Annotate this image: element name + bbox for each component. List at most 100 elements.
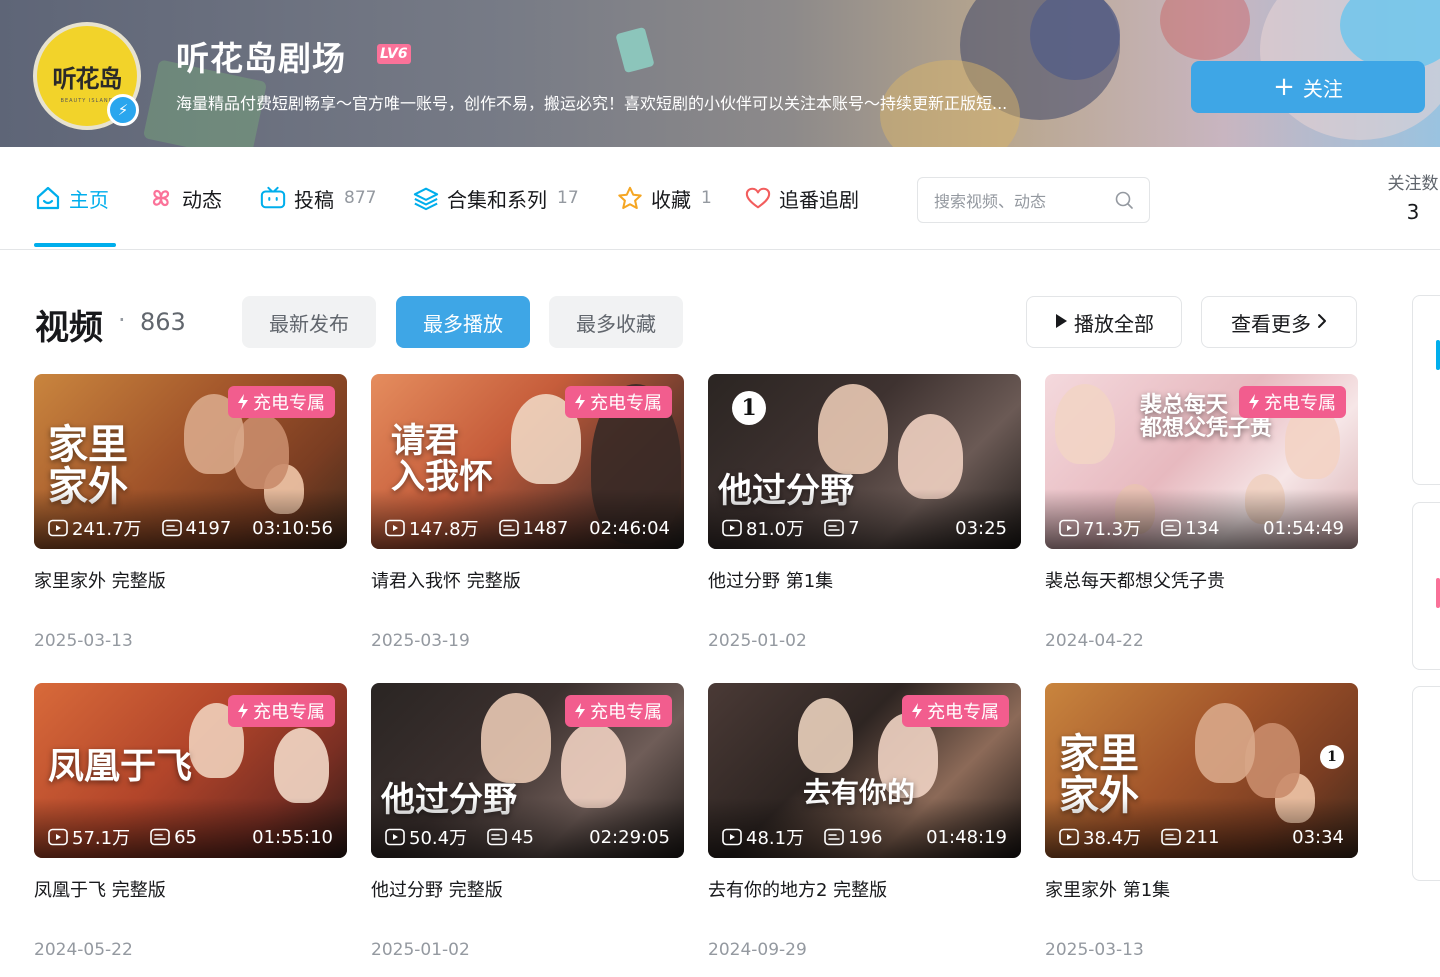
- play-count-value: 71.3万: [1083, 519, 1142, 540]
- video-title[interactable]: 裴总每天都想父凭子贵: [1045, 567, 1358, 593]
- video-duration: 03:25: [955, 517, 1007, 539]
- following-stat[interactable]: 关注数 3: [1383, 169, 1440, 224]
- badge-label: 充电专属: [590, 393, 662, 414]
- tab-bangumi[interactable]: 追番追剧: [745, 183, 859, 213]
- video-thumbnail[interactable]: 家里 家外 241.7万 4197 03:10:56 充电专属: [34, 374, 347, 549]
- video-card[interactable]: 家里 家外 241.7万 4197 03:10:56 充电专属 家里家外 完整版…: [34, 374, 347, 651]
- video-thumbnail[interactable]: 凤凰于飞 57.1万 65 01:55:10 充电专属: [34, 683, 347, 858]
- video-thumbnail[interactable]: 去有你的 48.1万 196 01:48:19 充电专属: [708, 683, 1021, 858]
- poster-figure: [1195, 703, 1255, 783]
- video-title[interactable]: 他过分野 完整版: [371, 876, 684, 902]
- video-title[interactable]: 他过分野 第1集: [708, 567, 1021, 593]
- badge-label: 充电专属: [1264, 393, 1336, 414]
- video-stats: 57.1万 65 01:55:10: [48, 824, 333, 850]
- tab-label: 合集和系列: [447, 187, 547, 212]
- video-duration: 02:46:04: [589, 517, 670, 539]
- tab-collections[interactable]: 合集和系列 17: [413, 183, 579, 213]
- video-date: 2024-04-22: [1045, 631, 1144, 651]
- poster-figure: [898, 414, 963, 499]
- danmaku-count: 65: [150, 827, 197, 848]
- video-thumbnail[interactable]: 请君 入我怀 147.8万 1487 02:46:04 充电专属: [371, 374, 684, 549]
- sort-most-favorited-button[interactable]: 最多收藏: [549, 296, 683, 348]
- video-card[interactable]: 家里 家外 38.4万 211 03:34 1 家里家外 第1集 2025-03…: [1045, 683, 1358, 960]
- tab-label: 投稿: [294, 187, 334, 212]
- star-icon: [617, 185, 643, 211]
- tv-icon: [260, 185, 286, 211]
- play-count: 71.3万: [1059, 515, 1141, 541]
- play-count: 57.1万: [48, 824, 130, 850]
- danmaku-icon: [824, 828, 844, 846]
- video-title[interactable]: 家里家外 第1集: [1045, 876, 1358, 902]
- profile-banner: 听花岛 BEAUTY ISLAND ⚡ 听花岛剧场 LV6 海量精品付费短剧畅享…: [0, 0, 1440, 147]
- video-duration: 03:10:56: [252, 517, 333, 539]
- video-thumbnail[interactable]: 他过分野 81.0万 7 03:25 1: [708, 374, 1021, 549]
- tab-dynamic[interactable]: 动态: [148, 183, 222, 213]
- search-icon[interactable]: [1115, 191, 1133, 209]
- play-all-label: 播放全部: [1074, 311, 1154, 336]
- sort-most-played-button[interactable]: 最多播放: [396, 296, 530, 348]
- danmaku-count: 196: [824, 827, 882, 848]
- danmaku-count: 45: [487, 827, 534, 848]
- video-card[interactable]: 他过分野 50.4万 45 02:29:05 充电专属 他过分野 完整版 202…: [371, 683, 684, 960]
- video-title[interactable]: 凤凰于飞 完整版: [34, 876, 347, 902]
- video-thumbnail[interactable]: 他过分野 50.4万 45 02:29:05 充电专属: [371, 683, 684, 858]
- poster-figure: [798, 698, 853, 773]
- play-count: 241.7万: [48, 515, 142, 541]
- play-count-icon: [385, 828, 405, 846]
- user-name: 听花岛剧场: [176, 39, 346, 78]
- search-input[interactable]: 搜索视频、动态: [917, 177, 1150, 223]
- follow-button[interactable]: + 关注: [1191, 61, 1425, 113]
- play-all-button[interactable]: 播放全部: [1026, 296, 1182, 348]
- video-date: 2024-05-22: [34, 940, 133, 960]
- tab-uploads[interactable]: 投稿 877: [260, 183, 376, 213]
- side-panel-accent: [1436, 578, 1440, 608]
- danmaku-count: 7: [824, 518, 860, 539]
- video-title[interactable]: 请君入我怀 完整版: [371, 567, 684, 593]
- play-count-value: 81.0万: [746, 519, 805, 540]
- section-separator: ·: [118, 306, 126, 334]
- section-count: 863: [140, 308, 186, 336]
- video-date: 2025-03-13: [34, 631, 133, 651]
- section-title: 视频: [35, 308, 103, 348]
- video-card[interactable]: 去有你的 48.1万 196 01:48:19 充电专属 去有你的地方2 完整版…: [708, 683, 1021, 960]
- video-card[interactable]: 请君 入我怀 147.8万 1487 02:46:04 充电专属 请君入我怀 完…: [371, 374, 684, 651]
- poster-figure: [1055, 384, 1115, 464]
- following-label: 关注数: [1387, 174, 1439, 194]
- avatar-logo-text: 听花岛: [52, 64, 123, 93]
- play-count: 147.8万: [385, 515, 479, 541]
- avatar[interactable]: 听花岛 BEAUTY ISLAND ⚡: [33, 22, 141, 130]
- video-duration: 03:34: [1292, 826, 1344, 848]
- video-date: 2024-09-29: [708, 940, 807, 960]
- video-card[interactable]: 凤凰于飞 57.1万 65 01:55:10 充电专属 凤凰于飞 完整版 202…: [34, 683, 347, 960]
- video-thumbnail[interactable]: 裴总每天 都想父凭子贵 71.3万 134 01:54:49 充电专属: [1045, 374, 1358, 549]
- danmaku-count-value: 45: [511, 826, 534, 848]
- video-title[interactable]: 家里家外 完整版: [34, 567, 347, 593]
- video-date: 2025-03-13: [1045, 940, 1144, 960]
- tab-count: 1: [701, 188, 712, 208]
- see-more-button[interactable]: 查看更多: [1201, 296, 1357, 348]
- play-count: 48.1万: [722, 824, 804, 850]
- avatar-logo-subtext: BEAUTY ISLAND: [60, 98, 114, 104]
- video-title[interactable]: 去有你的地方2 完整版: [708, 876, 1021, 902]
- tab-favorites[interactable]: 收藏 1: [617, 183, 712, 213]
- video-stats: 50.4万 45 02:29:05: [385, 824, 670, 850]
- video-date: 2025-01-02: [371, 940, 470, 960]
- tab-home[interactable]: 主页: [35, 183, 109, 213]
- danmaku-icon: [487, 828, 507, 846]
- side-panel-accent: [1436, 340, 1440, 370]
- play-count-icon: [722, 828, 742, 846]
- play-count-icon: [1059, 828, 1079, 846]
- play-count-value: 50.4万: [409, 828, 468, 849]
- home-icon: [35, 185, 61, 211]
- video-card[interactable]: 他过分野 81.0万 7 03:25 1 他过分野 第1集 2025-01-02: [708, 374, 1021, 651]
- danmaku-count-value: 211: [1185, 826, 1220, 848]
- verified-icon: ⚡: [107, 94, 139, 126]
- danmaku-count-value: 65: [174, 826, 197, 848]
- video-thumbnail[interactable]: 家里 家外 38.4万 211 03:34 1: [1045, 683, 1358, 858]
- poster-title: 凤凰于飞: [48, 745, 193, 787]
- danmaku-count: 1487: [498, 517, 569, 539]
- play-count-icon: [48, 828, 68, 846]
- video-card[interactable]: 裴总每天 都想父凭子贵 71.3万 134 01:54:49 充电专属 裴总每天…: [1045, 374, 1358, 651]
- sort-latest-button[interactable]: 最新发布: [242, 296, 376, 348]
- danmaku-count-value: 1487: [522, 517, 569, 539]
